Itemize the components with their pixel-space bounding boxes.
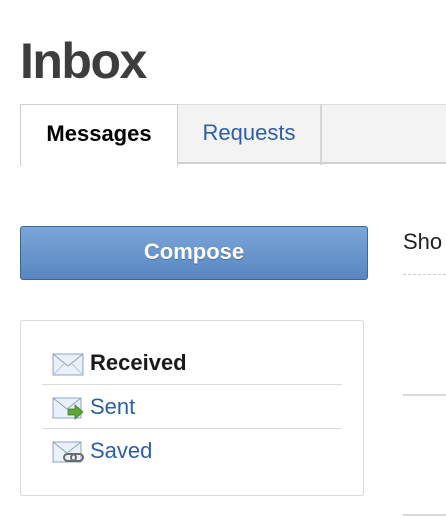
folder-label-sent: Sent — [90, 394, 136, 419]
envelope-saved-icon — [52, 441, 84, 463]
folder-item-sent[interactable]: Sent — [42, 385, 342, 429]
show-filter-label: Sho — [403, 229, 443, 254]
folder-label-saved: Saved — [90, 438, 153, 463]
folder-item-received[interactable]: Received — [42, 341, 342, 385]
divider — [403, 394, 446, 396]
page-title: Inbox — [20, 33, 147, 89]
compose-button[interactable]: Compose — [20, 226, 368, 280]
folder-list: Received Sent Saved — [20, 320, 364, 496]
divider — [403, 274, 446, 275]
tab-bar: Messages Requests — [20, 104, 446, 166]
tab-requests[interactable]: Requests — [178, 104, 322, 165]
tab-messages[interactable]: Messages — [20, 104, 178, 166]
divider — [403, 514, 446, 516]
envelope-sent-icon — [52, 397, 84, 420]
folder-label-received: Received — [90, 350, 187, 375]
envelope-icon — [52, 353, 84, 376]
folder-item-saved[interactable]: Saved — [42, 429, 342, 473]
